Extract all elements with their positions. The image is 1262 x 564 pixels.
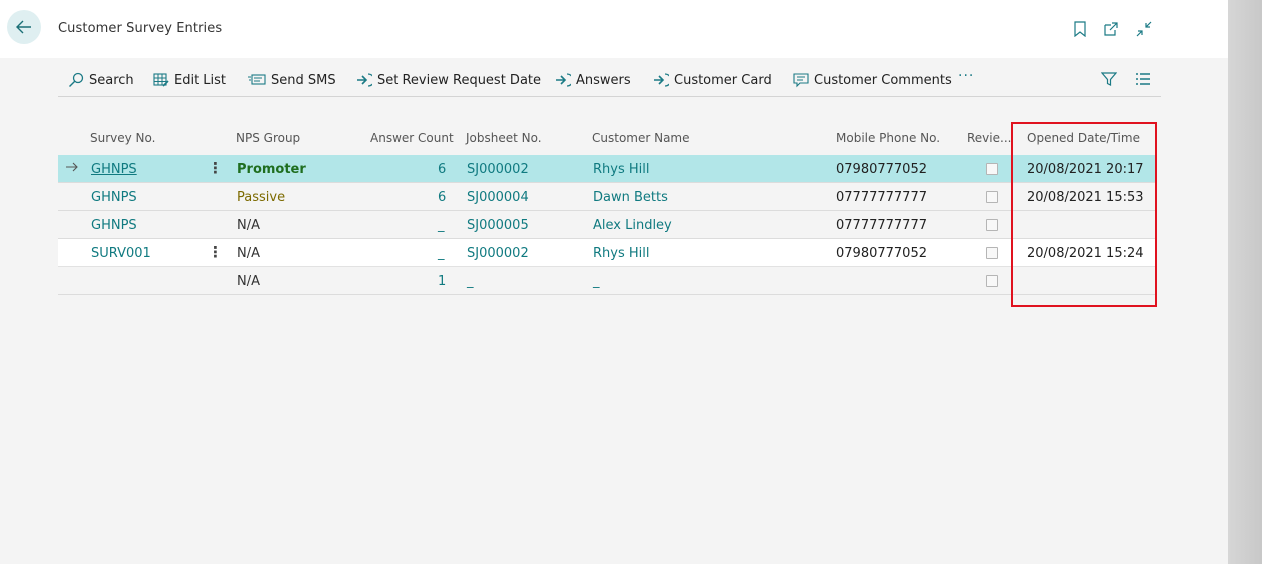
action-bar: Search Edit List Send SMS Set Review Req… bbox=[58, 64, 1161, 97]
jobsheet-no-link[interactable]: SJ000005 bbox=[467, 218, 529, 233]
col-header-mobile-phone[interactable]: Mobile Phone No. bbox=[836, 131, 940, 145]
review-checkbox[interactable] bbox=[986, 163, 998, 175]
table-row[interactable]: GHNPS Passive 6 SJ000004 Dawn Betts 0777… bbox=[58, 183, 1156, 211]
filter-icon[interactable] bbox=[1100, 70, 1118, 88]
title-bar: Customer Survey Entries bbox=[0, 0, 1228, 58]
customer-name-link[interactable]: Alex Lindley bbox=[593, 218, 672, 233]
table-row[interactable]: N/A 1 _ _ bbox=[58, 267, 1156, 295]
bookmark-icon[interactable] bbox=[1071, 20, 1089, 38]
navigate-arrow-icon bbox=[654, 73, 669, 87]
customer-card-button[interactable]: Customer Card bbox=[653, 70, 772, 90]
mobile-phone-cell: 07980777052 bbox=[836, 246, 927, 261]
navigate-arrow-icon bbox=[357, 73, 372, 87]
edit-list-icon bbox=[153, 73, 169, 87]
list-view-icon[interactable] bbox=[1134, 70, 1152, 88]
jobsheet-no-link[interactable]: SJ000002 bbox=[467, 246, 529, 261]
nps-group-cell: Promoter bbox=[237, 162, 306, 177]
comment-icon bbox=[793, 73, 809, 88]
edit-list-label: Edit List bbox=[174, 72, 227, 88]
col-header-survey-no[interactable]: Survey No. bbox=[90, 131, 155, 145]
nps-group-cell: N/A bbox=[237, 274, 260, 289]
answer-count-link[interactable]: 6 bbox=[438, 162, 446, 177]
customer-card-label: Customer Card bbox=[674, 72, 772, 88]
table-row[interactable]: GHNPS ⋮ Promoter 6 SJ000002 Rhys Hill 07… bbox=[58, 155, 1156, 183]
customer-name-link[interactable]: Dawn Betts bbox=[593, 190, 668, 205]
col-header-jobsheet-no[interactable]: Jobsheet No. bbox=[466, 131, 542, 145]
review-checkbox[interactable] bbox=[986, 275, 998, 287]
customer-name-link[interactable]: _ bbox=[593, 274, 600, 289]
page: Customer Survey Entries Search Edit List… bbox=[0, 0, 1228, 564]
send-sms-label: Send SMS bbox=[271, 72, 336, 88]
col-header-nps-group[interactable]: NPS Group bbox=[236, 131, 300, 145]
sms-icon bbox=[248, 74, 266, 85]
nps-group-cell: N/A bbox=[237, 246, 260, 261]
col-header-answer-count[interactable]: Answer Count bbox=[370, 131, 454, 145]
survey-no-link[interactable]: SURV001 bbox=[91, 246, 151, 261]
col-header-review[interactable]: Revie... bbox=[967, 131, 1011, 145]
set-review-request-date-button[interactable]: Set Review Request Date bbox=[356, 70, 541, 90]
open-new-window-icon[interactable] bbox=[1102, 20, 1120, 38]
arrow-left-icon bbox=[16, 20, 31, 34]
answer-count-link[interactable]: 1 bbox=[438, 274, 446, 289]
back-button[interactable] bbox=[7, 10, 41, 44]
collapse-icon[interactable] bbox=[1135, 20, 1153, 38]
mobile-phone-cell: 07777777777 bbox=[836, 218, 927, 233]
navigate-arrow-icon bbox=[556, 73, 571, 87]
set-review-label: Set Review Request Date bbox=[377, 72, 542, 88]
jobsheet-no-link[interactable]: SJ000004 bbox=[467, 190, 529, 205]
customer-name-link[interactable]: Rhys Hill bbox=[593, 162, 649, 177]
row-menu-button[interactable]: ⋮ bbox=[208, 243, 223, 261]
highlight-annotation-box bbox=[1011, 122, 1157, 307]
survey-no-link[interactable]: GHNPS bbox=[91, 190, 137, 205]
jobsheet-no-link[interactable]: SJ000002 bbox=[467, 162, 529, 177]
jobsheet-no-link[interactable]: _ bbox=[467, 274, 474, 289]
customer-comments-button[interactable]: Customer Comments bbox=[793, 70, 952, 90]
table-row[interactable]: GHNPS N/A _ SJ000005 Alex Lindley 077777… bbox=[58, 211, 1156, 239]
row-indicator-arrow-icon bbox=[66, 162, 78, 172]
answer-count-link[interactable]: _ bbox=[438, 246, 445, 261]
survey-no-link[interactable]: GHNPS bbox=[91, 218, 137, 233]
send-sms-button[interactable]: Send SMS bbox=[248, 70, 336, 90]
answer-count-link[interactable]: _ bbox=[438, 218, 445, 233]
edit-list-button[interactable]: Edit List bbox=[153, 70, 226, 90]
review-checkbox[interactable] bbox=[986, 191, 998, 203]
col-header-customer-name[interactable]: Customer Name bbox=[592, 131, 690, 145]
search-icon bbox=[69, 72, 84, 87]
nps-group-cell: N/A bbox=[237, 218, 260, 233]
review-checkbox[interactable] bbox=[986, 219, 998, 231]
page-title: Customer Survey Entries bbox=[58, 21, 223, 36]
search-label: Search bbox=[89, 72, 134, 88]
right-gutter bbox=[1228, 0, 1262, 564]
customer-comments-label: Customer Comments bbox=[814, 72, 952, 88]
survey-no-link[interactable]: GHNPS bbox=[91, 162, 137, 177]
customer-name-link[interactable]: Rhys Hill bbox=[593, 246, 649, 261]
mobile-phone-cell: 07980777052 bbox=[836, 162, 927, 177]
review-checkbox[interactable] bbox=[986, 247, 998, 259]
answers-label: Answers bbox=[576, 72, 631, 88]
table-row[interactable]: SURV001 ⋮ N/A _ SJ000002 Rhys Hill 07980… bbox=[58, 239, 1156, 267]
nps-group-cell: Passive bbox=[237, 190, 286, 205]
row-menu-button[interactable]: ⋮ bbox=[208, 159, 223, 177]
answer-count-link[interactable]: 6 bbox=[438, 190, 446, 205]
search-button[interactable]: Search bbox=[68, 70, 134, 90]
answers-button[interactable]: Answers bbox=[555, 70, 631, 90]
mobile-phone-cell: 07777777777 bbox=[836, 190, 927, 205]
more-actions-button[interactable]: ··· bbox=[958, 68, 974, 84]
